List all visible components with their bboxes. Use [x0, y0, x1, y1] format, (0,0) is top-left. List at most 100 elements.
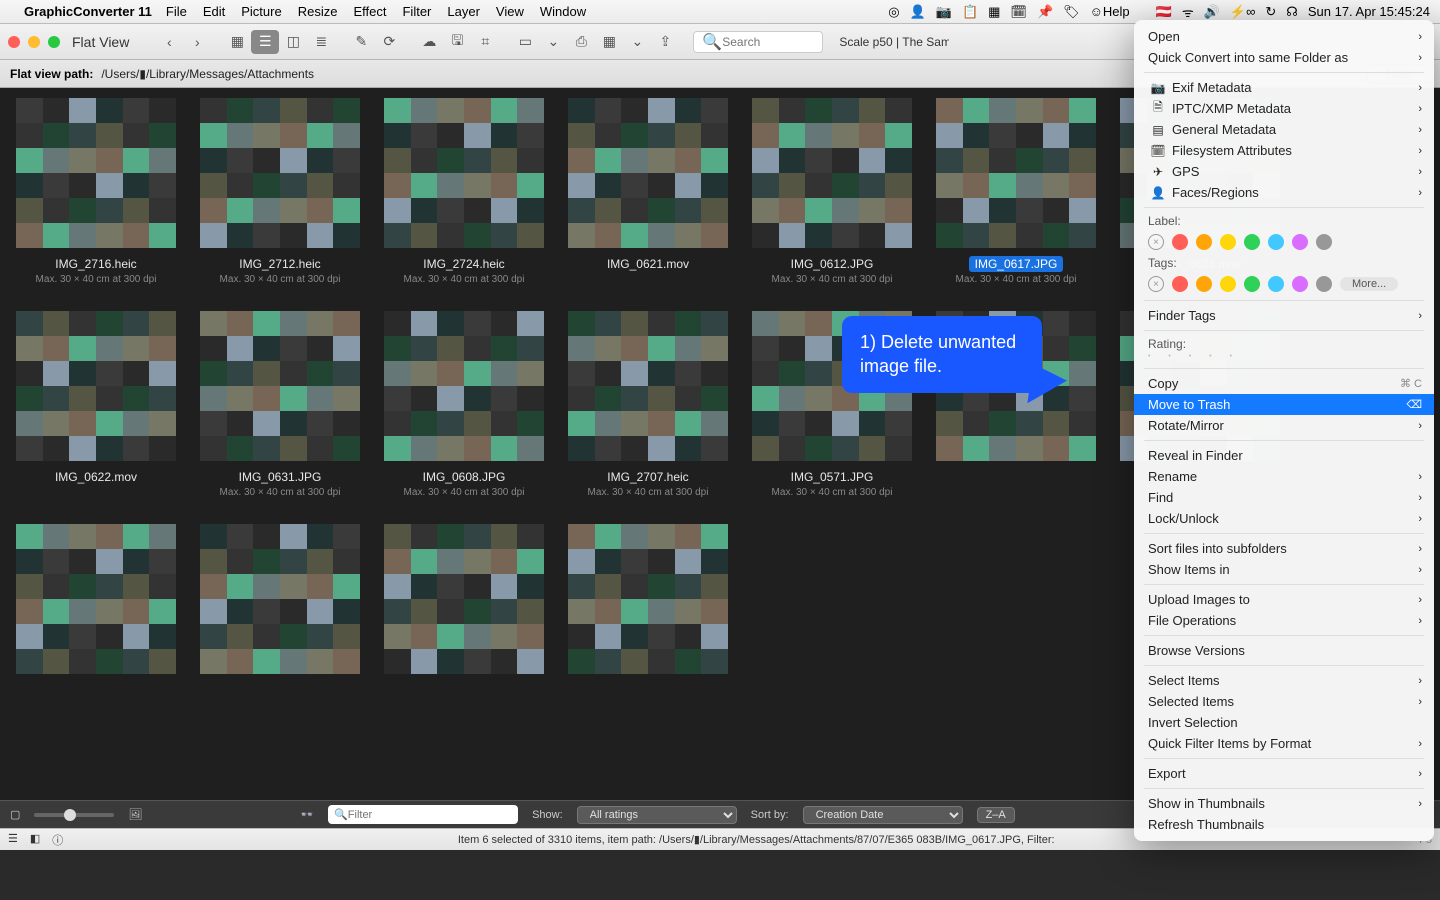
tool-compose-icon[interactable]: ✎: [347, 30, 375, 54]
nav-back-button[interactable]: ‹: [155, 30, 183, 54]
filter-box[interactable]: 🔍: [328, 805, 518, 824]
thumbnail-image[interactable]: [568, 311, 728, 461]
thumbnail-tile[interactable]: IMG_2724.heicMax. 30 × 40 cm at 300 dpi: [378, 98, 550, 285]
tags-more-button[interactable]: More...: [1340, 277, 1398, 291]
thumbnail-filename[interactable]: [458, 682, 470, 684]
chevron-down-icon[interactable]: ⌄: [623, 30, 651, 54]
thumbnail-tile[interactable]: [194, 524, 366, 686]
thumbnail-image[interactable]: [200, 311, 360, 461]
color-dot[interactable]: [1220, 234, 1236, 250]
thumbnail-filename[interactable]: IMG_0612.JPG: [785, 256, 880, 272]
thumbnail-image[interactable]: [936, 98, 1096, 248]
status-tag-icon[interactable]: 🏷: [1063, 4, 1080, 20]
ctx-rating-stars[interactable]: • • • • •: [1134, 353, 1434, 364]
status-clipboard-icon[interactable]: 📋: [962, 4, 978, 20]
color-dot[interactable]: [1316, 276, 1332, 292]
color-dot[interactable]: [1172, 276, 1188, 292]
ctx-show-in-thumbnails[interactable]: Show in Thumbnails›: [1134, 793, 1434, 814]
close-window-button[interactable]: [8, 36, 20, 48]
thumb-size-slider[interactable]: [34, 813, 114, 817]
color-dot[interactable]: [1268, 234, 1284, 250]
ctx-copy[interactable]: Copy⌘ C: [1134, 373, 1434, 394]
thumbnail-tile[interactable]: [562, 524, 734, 686]
thumbnail-filename[interactable]: IMG_0622.mov: [49, 469, 143, 485]
thumbnail-filename[interactable]: IMG_2724.heic: [417, 256, 510, 272]
statusbar-list-icon[interactable]: ☰: [8, 832, 18, 848]
ctx-rename[interactable]: Rename›: [1134, 466, 1434, 487]
thumbnail-filename[interactable]: IMG_0608.JPG: [417, 469, 512, 485]
ctx-quick-filter-format[interactable]: Quick Filter Items by Format›: [1134, 733, 1434, 754]
sort-direction-button[interactable]: Z–A: [977, 807, 1015, 823]
ctx-general-metadata[interactable]: ▤General Metadata›: [1134, 119, 1434, 140]
thumbnail-tile[interactable]: IMG_0617.JPGMax. 30 × 40 cm at 300 dpi: [930, 98, 1102, 285]
thumbnail-filename[interactable]: IMG_0617.JPG: [969, 256, 1064, 272]
thumb-large-icon[interactable]: 🖼: [128, 808, 142, 821]
menu-layer[interactable]: Layer: [447, 4, 480, 19]
ctx-iptc[interactable]: 🗎IPTC/XMP Metadata›: [1134, 98, 1434, 119]
nav-forward-button[interactable]: ›: [183, 30, 211, 54]
label-clear-button[interactable]: ×: [1148, 234, 1164, 250]
ctx-sort-subfolders[interactable]: Sort files into subfolders›: [1134, 538, 1434, 559]
color-dot[interactable]: [1244, 234, 1260, 250]
ctx-show-items-in[interactable]: Show Items in›: [1134, 559, 1434, 580]
minimize-window-button[interactable]: [28, 36, 40, 48]
menu-view[interactable]: View: [496, 4, 524, 19]
menu-edit[interactable]: Edit: [203, 4, 225, 19]
tool-slideshow-icon[interactable]: ▭: [511, 30, 539, 54]
menu-window[interactable]: Window: [540, 4, 586, 19]
status-flag-icon[interactable]: 🇦🇹: [1156, 4, 1172, 20]
thumbnail-tile[interactable]: IMG_0622.mov: [10, 311, 182, 498]
ctx-move-to-trash[interactable]: Move to Trash⌫: [1134, 394, 1434, 415]
statusbar-sidebar-icon[interactable]: ◧: [30, 832, 40, 848]
thumbnail-filename[interactable]: IMG_2712.heic: [233, 256, 326, 272]
status-volume-icon[interactable]: 🔊: [1204, 4, 1220, 20]
thumbnail-tile[interactable]: IMG_0621.mov: [562, 98, 734, 285]
status-timemachine-icon[interactable]: ↻: [1265, 4, 1276, 20]
status-calendar-icon[interactable]: 🗓: [1010, 4, 1027, 20]
search-input[interactable]: [722, 35, 822, 49]
ctx-reveal-finder[interactable]: Reveal in Finder: [1134, 445, 1434, 466]
ctx-browse-versions[interactable]: Browse Versions: [1134, 640, 1434, 661]
thumbnail-tile[interactable]: IMG_2707.heicMax. 30 × 40 cm at 300 dpi: [562, 311, 734, 498]
ctx-select-items[interactable]: Select Items›: [1134, 670, 1434, 691]
thumbnail-tile[interactable]: IMG_0612.JPGMax. 30 × 40 cm at 300 dpi: [746, 98, 918, 285]
status-target-icon[interactable]: ◎: [888, 4, 899, 20]
thumbnail-filename[interactable]: IMG_0571.JPG: [785, 469, 880, 485]
menu-file[interactable]: File: [166, 4, 187, 19]
thumbnail-tile[interactable]: IMG_0631.JPGMax. 30 × 40 cm at 300 dpi: [194, 311, 366, 498]
view-detail-icon[interactable]: ≣: [307, 30, 335, 54]
ctx-quick-convert[interactable]: Quick Convert into same Folder as›: [1134, 47, 1434, 68]
menu-filter[interactable]: Filter: [402, 4, 431, 19]
thumbnail-tile[interactable]: [378, 524, 550, 686]
status-face-icon[interactable]: ☺: [1090, 4, 1103, 19]
toolbar-search[interactable]: 🔍: [693, 31, 823, 53]
thumbnail-image[interactable]: [384, 311, 544, 461]
color-dot[interactable]: [1196, 234, 1212, 250]
color-dot[interactable]: [1196, 276, 1212, 292]
menu-effect[interactable]: Effect: [353, 4, 386, 19]
thumbnail-filename[interactable]: [90, 682, 102, 684]
ctx-refresh-thumbnails[interactable]: Refresh Thumbnails: [1134, 814, 1434, 835]
thumbnail-filename[interactable]: IMG_0621.mov: [601, 256, 695, 272]
thumb-small-icon[interactable]: ▢: [10, 808, 20, 821]
menu-resize[interactable]: Resize: [298, 4, 338, 19]
color-dot[interactable]: [1292, 234, 1308, 250]
ctx-lock-unlock[interactable]: Lock/Unlock›: [1134, 508, 1434, 529]
ctx-upload-images[interactable]: Upload Images to›: [1134, 589, 1434, 610]
thumbnail-tile[interactable]: IMG_0608.JPGMax. 30 × 40 cm at 300 dpi: [378, 311, 550, 498]
thumbnail-filename[interactable]: [1010, 469, 1022, 471]
thumbnail-image[interactable]: [200, 98, 360, 248]
ctx-find[interactable]: Find›: [1134, 487, 1434, 508]
ctx-rotate-mirror[interactable]: Rotate/Mirror›: [1134, 415, 1434, 436]
show-select[interactable]: All ratings: [577, 806, 737, 824]
thumbnail-filename[interactable]: IMG_0631.JPG: [233, 469, 328, 485]
thumbnail-filename[interactable]: IMG_2707.heic: [601, 469, 694, 485]
ctx-finder-tags[interactable]: Finder Tags›: [1134, 305, 1434, 326]
view-list-icon[interactable]: ☰: [251, 30, 279, 54]
tool-save-icon[interactable]: 🖫: [443, 30, 471, 54]
thumbnail-tile[interactable]: IMG_2716.heicMax. 30 × 40 cm at 300 dpi: [10, 98, 182, 285]
status-camera-icon[interactable]: 📷: [936, 4, 952, 20]
status-user-icon[interactable]: 👤: [910, 4, 926, 20]
thumbnail-filename[interactable]: IMG_2716.heic: [49, 256, 142, 272]
color-dot[interactable]: [1220, 276, 1236, 292]
